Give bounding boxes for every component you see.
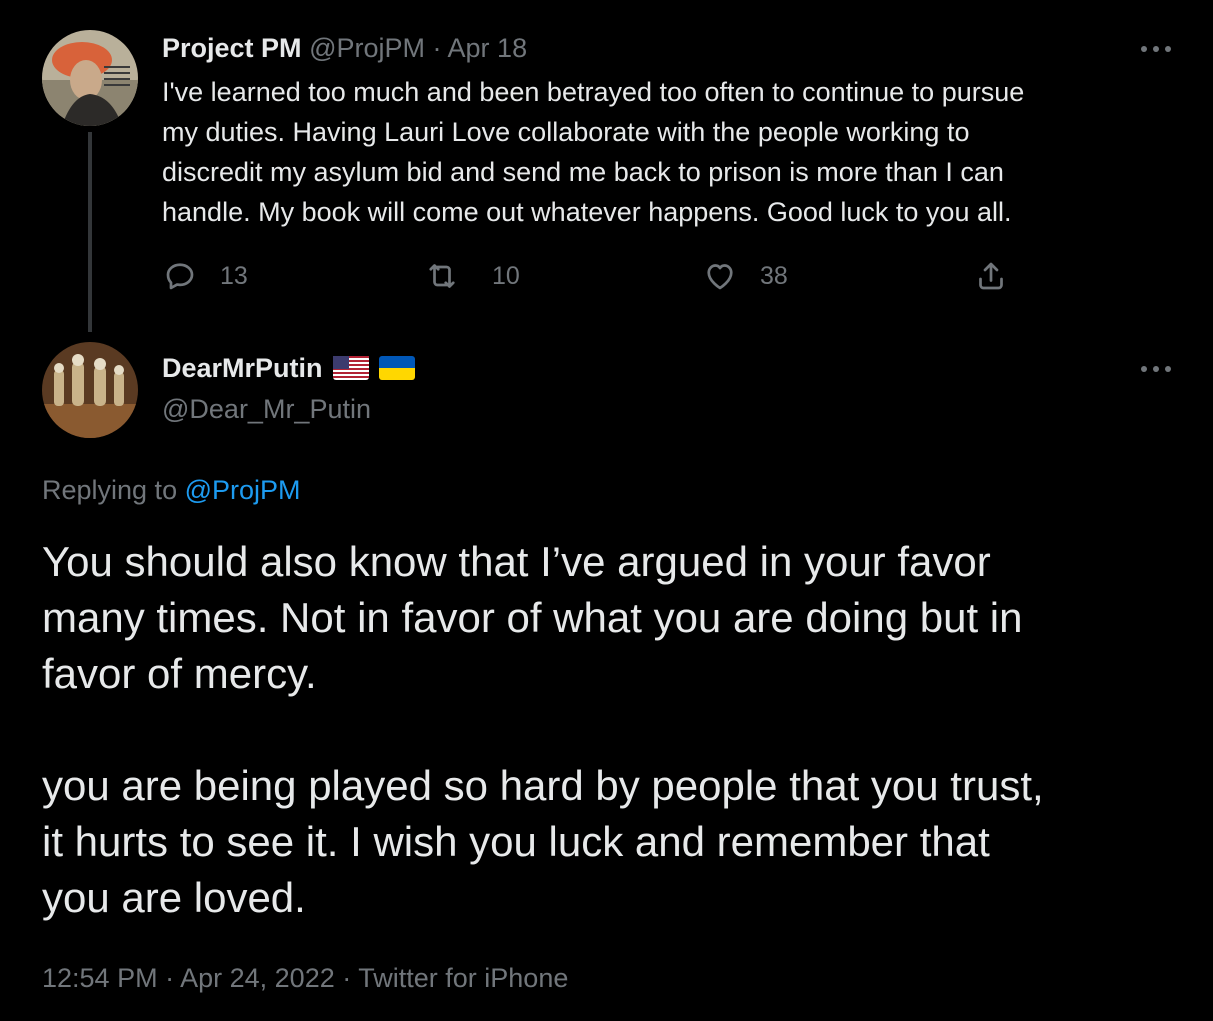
replying-to-handle-link[interactable]: @ProjPM [185, 475, 301, 505]
metadata-separator: · [342, 963, 352, 993]
reply-author-name-row: DearMrPutin [162, 350, 415, 386]
retweet-icon [429, 264, 455, 288]
tweet-text-line: it hurts to see it. I wish you luck and … [42, 818, 990, 865]
tweet-metadata: 12:54 PM · Apr 24, 2022 · Twitter for iP… [42, 960, 568, 996]
tweet-text: I've learned too much and been betrayed … [162, 72, 1024, 232]
more-icon[interactable] [1141, 46, 1171, 52]
avatar[interactable] [42, 342, 138, 438]
tweet-text-line: I've learned too much and been betrayed … [162, 77, 1025, 107]
reply-count: 13 [220, 261, 248, 290]
reply-icon [166, 263, 194, 290]
tweet-date[interactable]: Apr 24, 2022 [180, 963, 335, 993]
like-count: 38 [760, 261, 788, 290]
metadata-separator: · [165, 963, 175, 993]
author-handle[interactable]: @Dear_Mr_Putin [162, 391, 371, 427]
tweet-text-line: discredit my asylum bid and send me back… [162, 157, 1004, 187]
like-button[interactable]: 38 [702, 258, 788, 294]
author-handle[interactable]: @ProjPM [309, 33, 425, 63]
author-name[interactable]: DearMrPutin [162, 350, 323, 386]
tweet-text-line: many times. Not in favor of what you are… [42, 594, 1023, 641]
tweet-text-line: handle. My book will come out whatever h… [162, 197, 1012, 227]
ukraine-flag-icon [378, 356, 415, 380]
tweet-text-line: favor of mercy. [42, 650, 317, 697]
tweet-text-line: You should also know that I’ve argued in… [42, 538, 991, 585]
reply-button[interactable]: 13 [162, 258, 248, 294]
replying-to-label: Replying to [42, 475, 178, 505]
tweet-header: Project PM @ProjPM · Apr 18 [162, 30, 527, 66]
avatar[interactable] [42, 30, 138, 126]
heart-icon [707, 264, 733, 290]
tweet-time[interactable]: 12:54 PM [42, 963, 158, 993]
retweet-button[interactable]: 10 [424, 258, 520, 294]
more-icon[interactable] [1141, 366, 1171, 372]
project-pm-avatar-image [42, 30, 138, 126]
replying-to: Replying to @ProjPM [42, 472, 301, 508]
tweet-text-line: you are being played so hard by people t… [42, 762, 1044, 809]
header-separator: · [432, 33, 442, 63]
us-flag-icon [332, 356, 369, 380]
share-button[interactable] [973, 258, 1009, 294]
dear-mr-putin-avatar-image [42, 342, 138, 438]
tweet-text-line: you are loved. [42, 874, 306, 921]
tweet-text-line: my duties. Having Lauri Love collaborate… [162, 117, 970, 147]
share-icon [979, 262, 1003, 290]
tweet-source[interactable]: Twitter for iPhone [358, 963, 568, 993]
thread-connector-line [88, 132, 92, 332]
tweet-date[interactable]: Apr 18 [448, 33, 528, 63]
author-name[interactable]: Project PM [162, 33, 302, 63]
retweet-count: 10 [492, 261, 520, 290]
reply-tweet-text: You should also know that I’ve argued in… [42, 534, 1044, 926]
